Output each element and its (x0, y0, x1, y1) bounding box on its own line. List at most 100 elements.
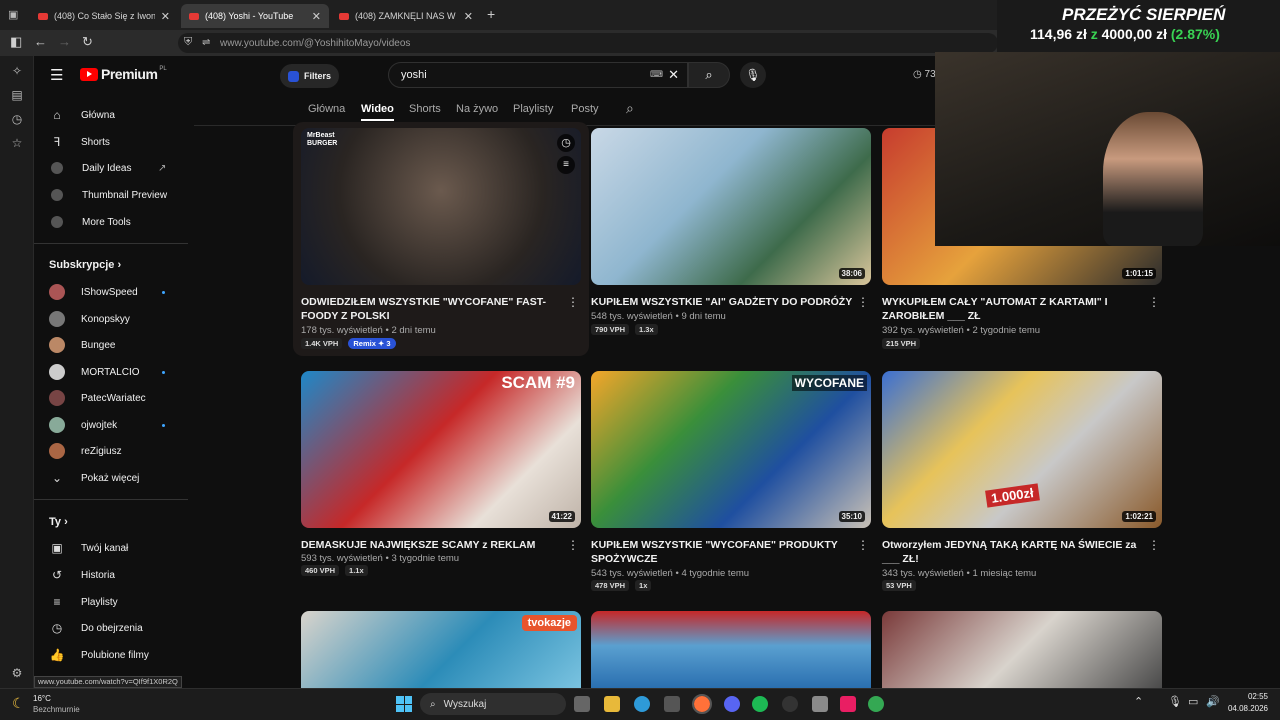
settings-gear-icon[interactable]: ⚙ (9, 666, 25, 682)
menu-hamburger-icon[interactable]: ☰ (50, 66, 63, 84)
filters-button[interactable]: Filters (280, 64, 340, 88)
remix-button[interactable]: Remix ✦ 3 (348, 338, 396, 349)
more-options-icon[interactable]: ⋮ (567, 295, 579, 309)
video-thumbnail[interactable]: 1.000zł 1:02:21 (882, 371, 1162, 528)
store-icon[interactable] (664, 696, 680, 712)
tab-playlists[interactable]: Playlisty (513, 103, 553, 115)
keyboard-icon[interactable]: ⌨ (650, 69, 663, 80)
sidebar-item-home[interactable]: ⌂ Główna (34, 102, 184, 128)
clock-date[interactable]: 04.08.2026 (1226, 704, 1268, 713)
more-options-icon[interactable]: ⋮ (857, 295, 869, 309)
sidebar-sub-bungee[interactable]: Bungee (34, 332, 184, 358)
sidebar-item-watch-later[interactable]: ◷ Do obejrzenia (34, 615, 184, 641)
new-tab-icon[interactable]: + (487, 6, 495, 22)
weather-temp[interactable]: 16°C (33, 694, 51, 703)
microphone-icon[interactable]: 🎙 (1168, 695, 1182, 708)
spotify-icon[interactable] (752, 696, 768, 712)
more-options-icon[interactable]: ⋮ (1148, 295, 1160, 309)
volume-icon[interactable]: 🔊 (1206, 695, 1220, 708)
watch-timer[interactable]: ◷ 73 (913, 69, 936, 80)
chrome-icon[interactable] (868, 696, 884, 712)
sidebar-sub-patecwariatec[interactable]: PatecWariatec (34, 385, 184, 411)
tab-shorts[interactable]: Shorts (409, 103, 441, 115)
site-settings-icon[interactable]: ⇌ (202, 37, 210, 48)
video-title[interactable]: ODWIEDZIŁEM WSZYSTKIE "WYCOFANE" FAST-FO… (301, 295, 563, 323)
tab-home[interactable]: Główna (308, 103, 345, 115)
sidebar-item-more-tools[interactable]: More Tools (34, 209, 184, 235)
tab-actions-icon[interactable]: ▣ (8, 8, 18, 21)
sidebar-sub-mortalcio[interactable]: MORTALCIO (34, 359, 184, 385)
tiktok-icon[interactable] (840, 696, 856, 712)
video-thumbnail[interactable]: SCAM #9 41:22 (301, 371, 581, 528)
video-title[interactable]: DEMASKUJE NAJWIĘKSZE SCAMY z REKLAM (301, 538, 563, 552)
subscriptions-heading[interactable]: Subskrypcje › (49, 259, 121, 271)
windows-search-box[interactable]: ⌕ Wyszukaj (420, 693, 566, 715)
video-thumbnail[interactable] (882, 611, 1162, 688)
video-thumbnail[interactable]: WYCOFANE 35:10 (591, 371, 871, 528)
settings-app-icon[interactable] (812, 696, 828, 712)
clock-time[interactable]: 02:55 (1226, 692, 1268, 701)
watch-later-icon[interactable]: ◷ (557, 134, 575, 152)
video-title[interactable]: KUPIŁEM WSZYSTKIE "WYCOFANE" PRODUKTY SP… (591, 538, 853, 566)
obs-icon[interactable] (782, 696, 798, 712)
sidebar-item-history[interactable]: ↺ Historia (34, 562, 184, 588)
video-title[interactable]: KUPIŁEM WSZYSTKIE "AI" GADŻETY DO PODRÓŻ… (591, 295, 853, 309)
discord-icon[interactable] (724, 696, 740, 712)
tab-videos[interactable]: Wideo (361, 103, 394, 121)
firefox-icon[interactable] (692, 694, 712, 714)
close-tab-icon[interactable]: ✕ (458, 10, 473, 23)
sidebar-item-your-channel[interactable]: ▣ Twój kanał (34, 535, 184, 561)
reading-list-icon[interactable]: ▤ (9, 88, 25, 104)
history-icon[interactable]: ◷ (9, 112, 25, 128)
sidebar-item-thumbnail-preview[interactable]: Thumbnail Preview (34, 182, 184, 208)
address-bar[interactable]: ⛨ ⇌ www.youtube.com/@YoshihitoMayo/video… (178, 33, 998, 53)
video-thumbnail[interactable]: tvokazje (301, 611, 581, 688)
ai-sparkle-icon[interactable]: ✧ (9, 64, 25, 80)
sidebar-sub-ishowspeed[interactable]: IShowSpeed (34, 279, 184, 305)
sidebar-sub-ojwojtek[interactable]: ojwojtek (34, 412, 184, 438)
weather-desc[interactable]: Bezchmurnie (33, 705, 80, 714)
video-thumbnail[interactable]: 38:06 (591, 128, 871, 285)
voice-search-button[interactable]: 🎙 (740, 62, 766, 88)
shield-icon[interactable]: ⛨ (184, 36, 192, 49)
sidebar-item-liked[interactable]: 👍 Polubione filmy (34, 642, 184, 668)
more-options-icon[interactable]: ⋮ (1148, 538, 1160, 552)
close-tab-icon[interactable]: ✕ (155, 10, 170, 23)
video-thumbnail[interactable]: MrBeast BURGER ◷ ≡ (301, 128, 581, 285)
edge-icon[interactable] (634, 696, 650, 712)
tray-chevron-icon[interactable]: ⌃ (1134, 695, 1143, 708)
back-icon[interactable]: ← (34, 34, 47, 49)
windows-start-icon[interactable] (396, 696, 412, 712)
sidebar-item-shorts[interactable]: ꟻ Shorts (34, 129, 184, 155)
clear-search-icon[interactable]: ✕ (668, 67, 679, 83)
forward-icon[interactable]: → (58, 34, 71, 49)
video-thumbnail[interactable] (591, 611, 871, 688)
sidebar-toggle-icon[interactable]: ◧ (10, 34, 22, 50)
more-options-icon[interactable]: ⋮ (857, 538, 869, 552)
display-icon[interactable]: ▭ (1188, 695, 1198, 708)
search-input[interactable]: yoshi ⌨ ✕ (388, 62, 688, 88)
browser-tab-1[interactable]: (408) Co Stało Się z Iwoną Wieczorek?✕ (30, 4, 178, 28)
channel-search-icon[interactable]: ⌕ (626, 100, 634, 117)
sidebar-item-daily-ideas[interactable]: Daily Ideas ↗ (34, 155, 184, 181)
sidebar-sub-konopskyy[interactable]: Konopskyy (34, 306, 184, 332)
file-explorer-icon[interactable] (604, 696, 620, 712)
reload-icon[interactable]: ↻ (82, 34, 93, 50)
show-more-button[interactable]: ⌄ Pokaż więcej (34, 465, 184, 491)
video-title[interactable]: Otworzyłem JEDYNĄ TAKĄ KARTĘ NA ŚWIECIE … (882, 538, 1144, 566)
video-title[interactable]: WYKUPIŁEM CAŁY "AUTOMAT Z KARTAMI" I ZAR… (882, 295, 1144, 323)
sidebar-item-playlists[interactable]: ≡ Playlisty (34, 589, 184, 615)
sidebar-sub-rezigiusz[interactable]: reZigiusz (34, 438, 184, 464)
close-tab-icon[interactable]: ✕ (306, 10, 321, 23)
search-button[interactable]: ⌕ (688, 62, 730, 88)
youtube-premium-logo[interactable]: Premium PL (80, 66, 167, 82)
task-view-icon[interactable] (574, 696, 590, 712)
tab-live[interactable]: Na żywo (456, 103, 498, 115)
browser-tab-3[interactable]: (408) ZAMKNĘLI NAS W BUNKRZE✕ (331, 4, 481, 28)
you-heading[interactable]: Ty › (49, 516, 68, 528)
browser-tab-2[interactable]: (408) Yoshi - YouTube ✕ (181, 4, 329, 28)
tab-posts[interactable]: Posty (571, 103, 599, 115)
add-to-queue-icon[interactable]: ≡ (557, 156, 575, 174)
favorites-icon[interactable]: ☆ (9, 136, 25, 152)
more-options-icon[interactable]: ⋮ (567, 538, 579, 552)
